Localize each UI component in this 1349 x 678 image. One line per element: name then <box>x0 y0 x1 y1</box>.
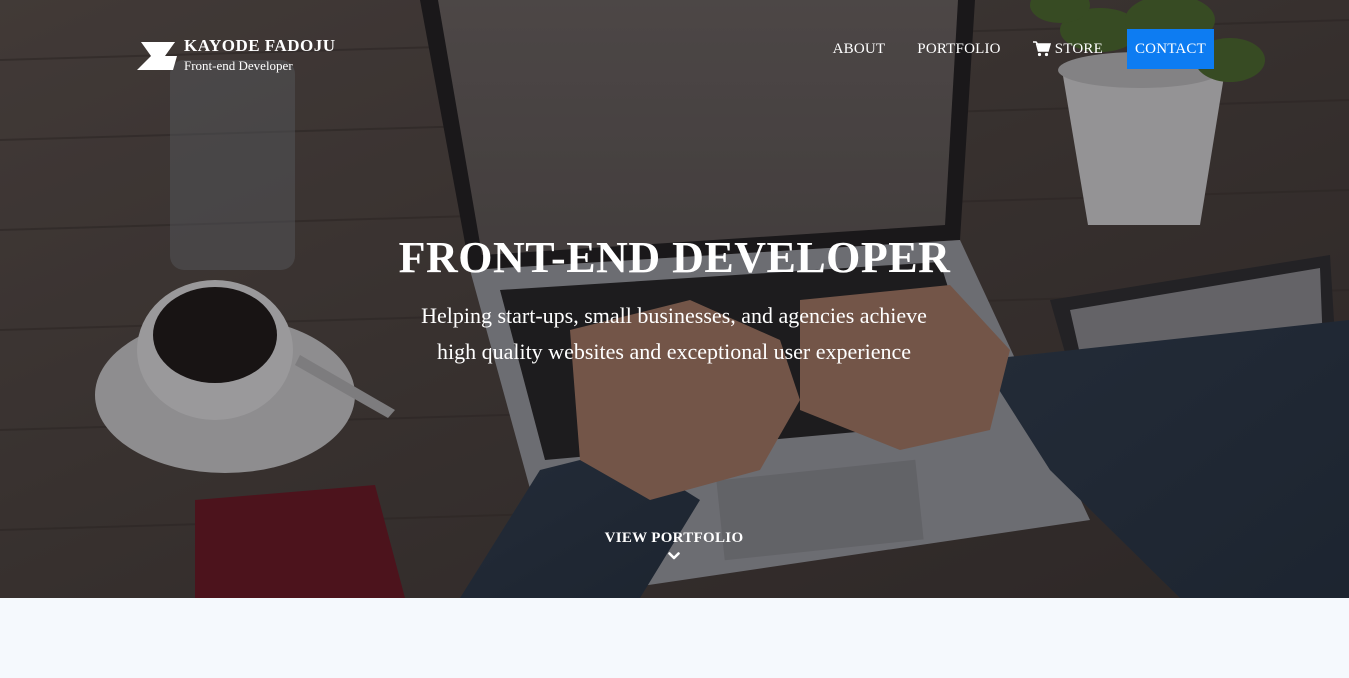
hero-section: KAYODE FADOJU Front-end Developer ABOUT … <box>0 0 1349 598</box>
brand-logo-link[interactable]: KAYODE FADOJU Front-end Developer <box>137 36 335 74</box>
hero-subtitle: Helping start-ups, small businesses, and… <box>374 298 974 370</box>
main-nav: ABOUT PORTFOLIO STORE CONTACT <box>801 29 1214 69</box>
nav-item-label: PORTFOLIO <box>917 40 1001 57</box>
nav-item-about[interactable]: ABOUT <box>833 41 886 58</box>
contact-button-label: CONTACT <box>1134 40 1206 57</box>
nav-item-label: STORE <box>1054 40 1103 57</box>
hourglass-logo-icon <box>137 42 177 70</box>
nav-item-label: ABOUT <box>832 40 886 57</box>
hero-subtitle-line-2: high quality websites and exceptional us… <box>436 339 912 364</box>
hero-title: FRONT-END DEVELOPER <box>398 233 951 282</box>
brand-tagline: Front-end Developer <box>184 58 293 73</box>
contact-button[interactable]: CONTACT <box>1126 29 1214 69</box>
chevron-down-icon <box>668 552 680 560</box>
hero-subtitle-line-1: Helping start-ups, small businesses, and… <box>421 303 927 328</box>
view-portfolio-link[interactable]: VIEW PORTFOLIO <box>574 530 774 561</box>
next-section <box>0 598 1349 678</box>
brand-text: KAYODE FADOJU Front-end Developer <box>184 36 335 74</box>
nav-item-portfolio[interactable]: PORTFOLIO <box>917 41 1000 58</box>
brand-name: KAYODE FADOJU <box>184 36 336 55</box>
cart-icon <box>1032 41 1051 57</box>
nav-item-store[interactable]: STORE <box>1032 40 1103 58</box>
view-portfolio-label: VIEW PORTFOLIO <box>604 530 744 546</box>
